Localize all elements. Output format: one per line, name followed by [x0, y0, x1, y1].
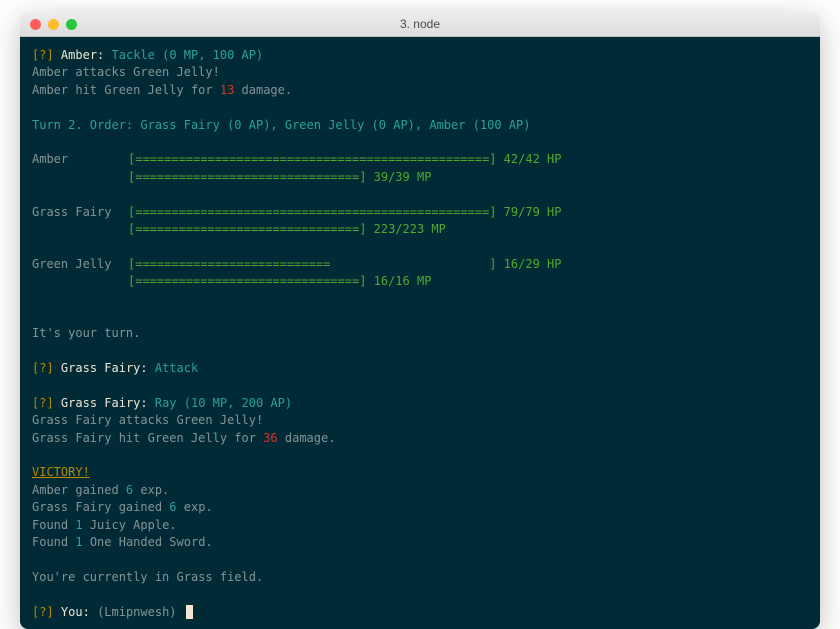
blank-line [32, 290, 808, 307]
actor-label: Grass Fairy: [61, 396, 148, 410]
window-title: 3. node [20, 17, 820, 31]
loot-line: Found 1 One Handed Sword. [32, 534, 808, 551]
blank-line [32, 586, 808, 603]
loot-qty: 1 [75, 518, 82, 532]
cursor-icon [186, 605, 193, 619]
actor-label: Amber: [61, 48, 104, 62]
choice-label: Attack [155, 361, 198, 375]
blank-line [32, 134, 808, 151]
blank-line [32, 308, 808, 325]
actor-label: Grass Fairy: [61, 361, 148, 375]
input-hint: (Lmipnwesh) [97, 605, 176, 619]
mp-bar: [===============================] 223/22… [128, 221, 446, 238]
stat-row: Green Jelly [===========================… [32, 256, 808, 273]
titlebar: 3. node [20, 12, 820, 37]
exp-line: Amber gained 6 exp. [32, 482, 808, 499]
prompt-line: [?] Grass Fairy: Attack [32, 360, 808, 377]
combat-line: Amber hit Green Jelly for 13 damage. [32, 82, 808, 99]
prompt-marker: [?] [32, 361, 54, 375]
zoom-icon[interactable] [66, 19, 77, 30]
damage-value: 36 [263, 431, 277, 445]
blank-line [32, 551, 808, 568]
choice-label: Ray (10 MP, 200 AP) [155, 396, 292, 410]
blank-line [32, 447, 808, 464]
mp-bar: [===============================] 16/16 … [128, 273, 431, 290]
blank-line [32, 186, 808, 203]
traffic-lights [20, 19, 77, 30]
mp-bar: [===============================] 39/39 … [128, 169, 431, 186]
exp-value: 6 [169, 500, 176, 514]
location-line: You're currently in Grass field. [32, 569, 808, 586]
blank-line [32, 238, 808, 255]
input-line[interactable]: [?] You: (Lmipnwesh) [32, 604, 808, 621]
stat-name: Grass Fairy [32, 204, 128, 221]
stat-row: [===============================] 223/22… [32, 221, 808, 238]
exp-line: Grass Fairy gained 6 exp. [32, 499, 808, 516]
combat-line: Grass Fairy attacks Green Jelly! [32, 412, 808, 429]
blank-line [32, 343, 808, 360]
loot-line: Found 1 Juicy Apple. [32, 517, 808, 534]
stat-row: Amber [=================================… [32, 151, 808, 168]
prompt-marker: [?] [32, 605, 54, 619]
victory-line: VICTORY! [32, 464, 808, 481]
prompt-line: [?] Grass Fairy: Ray (10 MP, 200 AP) [32, 395, 808, 412]
hp-bar: [=======================================… [128, 204, 561, 221]
blank-line [32, 99, 808, 116]
hp-bar: [=========================== ] 16/29 HP [128, 256, 561, 273]
combat-line: [?] Amber: Tackle (0 MP, 100 AP) [32, 47, 808, 64]
damage-value: 13 [220, 83, 234, 97]
terminal-window: 3. node [?] Amber: Tackle (0 MP, 100 AP)… [20, 12, 820, 629]
combat-line: Amber attacks Green Jelly! [32, 64, 808, 81]
stat-name: Amber [32, 151, 128, 168]
terminal-body[interactable]: [?] Amber: Tackle (0 MP, 100 AP) Amber a… [20, 37, 820, 629]
actor-label: You: [61, 605, 90, 619]
skill-label: Tackle (0 MP, 100 AP) [112, 48, 264, 62]
turn-line: Turn 2. Order: Grass Fairy (0 AP), Green… [32, 117, 808, 134]
stat-row: [===============================] 16/16 … [32, 273, 808, 290]
stat-row: Grass Fairy [===========================… [32, 204, 808, 221]
prompt-marker: [?] [32, 396, 54, 410]
blank-line [32, 377, 808, 394]
minimize-icon[interactable] [48, 19, 59, 30]
loot-qty: 1 [75, 535, 82, 549]
combat-line: Grass Fairy hit Green Jelly for 36 damag… [32, 430, 808, 447]
hp-bar: [=======================================… [128, 151, 561, 168]
close-icon[interactable] [30, 19, 41, 30]
stat-row: [===============================] 39/39 … [32, 169, 808, 186]
your-turn-line: It's your turn. [32, 325, 808, 342]
stat-name: Green Jelly [32, 256, 128, 273]
prompt-marker: [?] [32, 48, 54, 62]
